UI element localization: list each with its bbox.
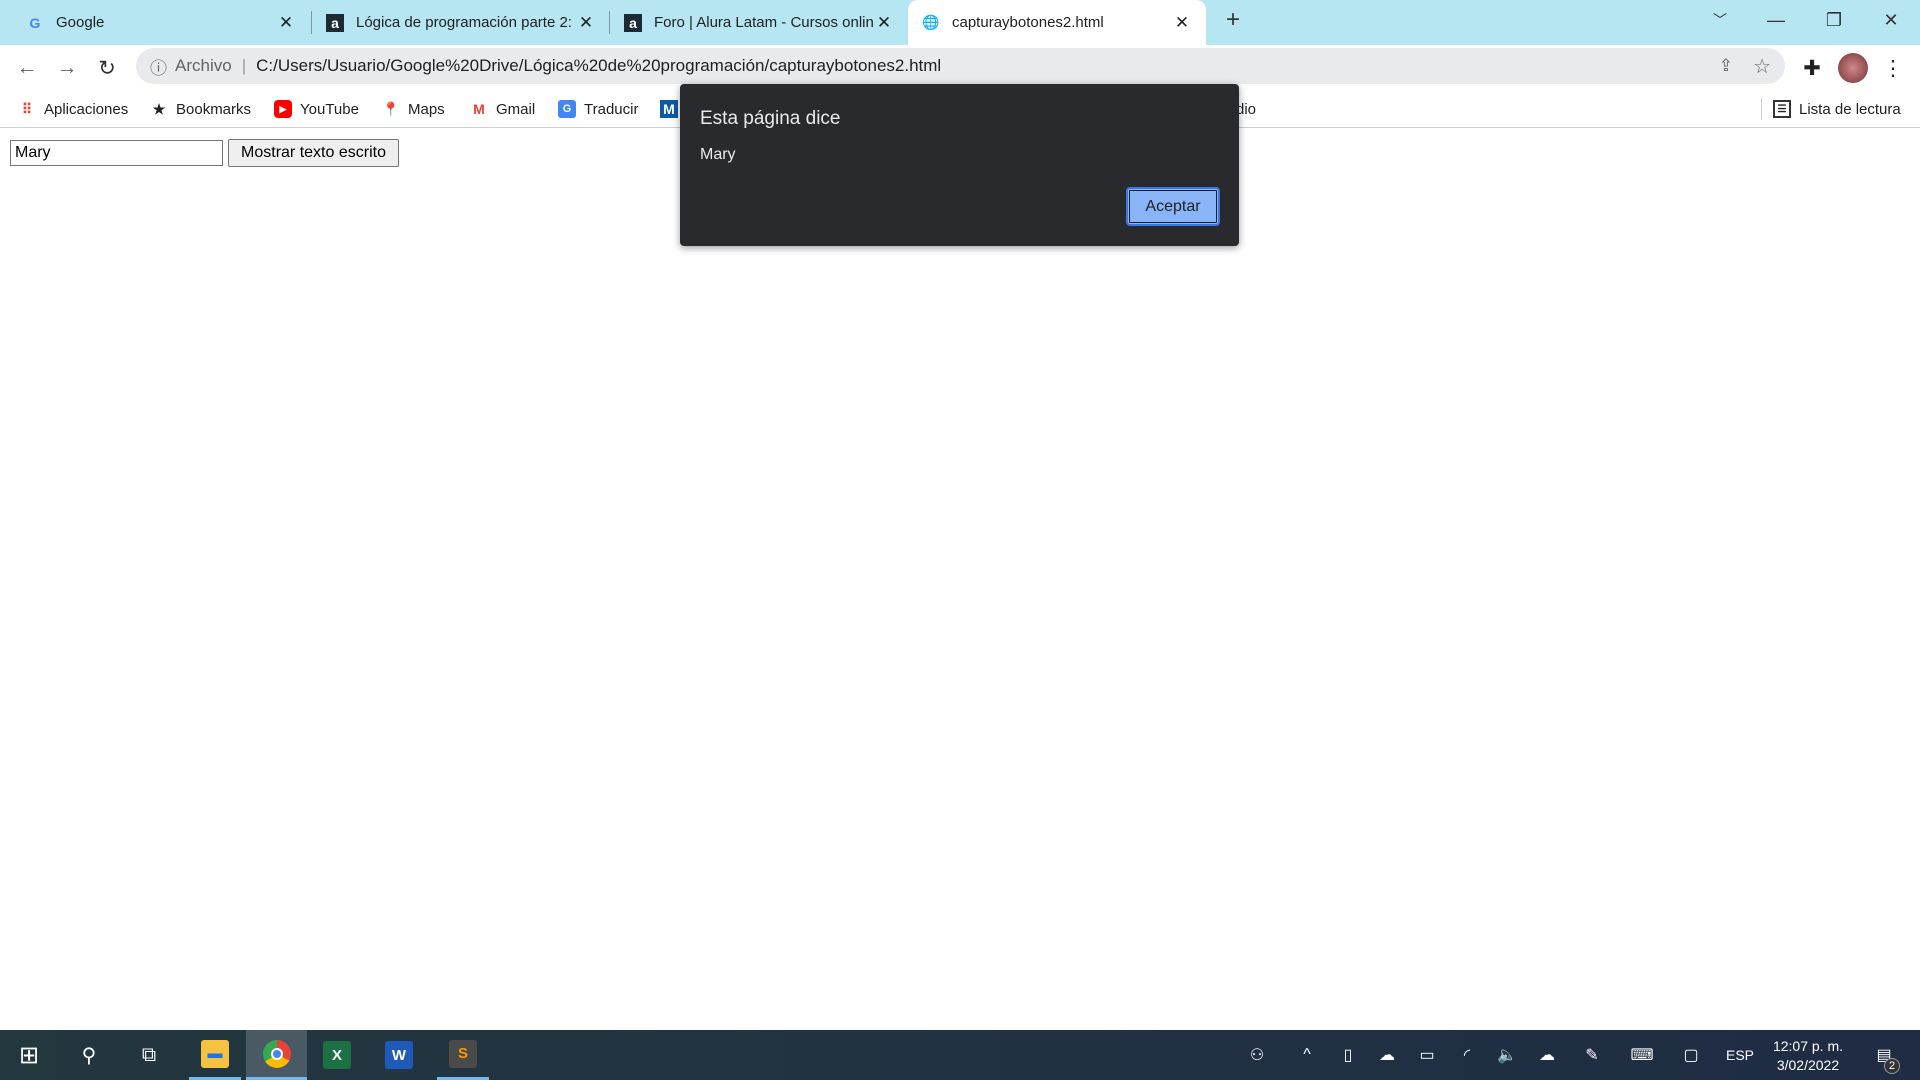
tab-capturaybotones[interactable]: 🌐 capturaybotones2.html ✕ bbox=[908, 0, 1206, 45]
bookmark-gmail[interactable]: M Gmail bbox=[470, 90, 535, 128]
forward-button[interactable]: → bbox=[52, 53, 82, 83]
close-window-button[interactable]: ✕ bbox=[1863, 0, 1919, 40]
battery-icon[interactable]: ▭ bbox=[1412, 1030, 1442, 1080]
touchpad-icon[interactable]: ▢ bbox=[1676, 1030, 1706, 1080]
google-icon: G bbox=[29, 14, 41, 31]
text-input[interactable] bbox=[10, 140, 223, 166]
close-tab-icon[interactable]: ✕ bbox=[276, 13, 296, 33]
cloud-alert-icon[interactable]: ☁ bbox=[1532, 1030, 1562, 1080]
tab-logica[interactable]: a Lógica de programación parte 2: ✕ bbox=[312, 0, 610, 45]
taskbar: ⊞ ⚲ ⧉ ▬ X W S ⚇ ^ ▯ ☁ ▭ ◜ 🔈 ☁ ✎ ⌨ ▢ ESP … bbox=[0, 1030, 1920, 1080]
meet-now-icon[interactable]: ▯ bbox=[1333, 1030, 1363, 1080]
globe-icon: 🌐 bbox=[922, 14, 940, 30]
pen-icon[interactable]: ✎ bbox=[1577, 1030, 1607, 1080]
reload-button[interactable]: ↻ bbox=[92, 53, 122, 83]
show-hidden-icons-chevron[interactable]: ^ bbox=[1292, 1030, 1322, 1080]
bookmark-youtube[interactable]: ▶ YouTube bbox=[274, 90, 359, 128]
tab-foro[interactable]: a Foro | Alura Latam - Cursos online ✕ bbox=[610, 0, 908, 45]
extensions-icon[interactable]: ✚ bbox=[1797, 53, 1827, 83]
onedrive-cloud-icon[interactable]: ☁ bbox=[1372, 1030, 1402, 1080]
tab-title: capturaybotones2.html bbox=[952, 14, 1104, 31]
chrome-icon[interactable] bbox=[246, 1030, 307, 1080]
gmail-icon: M bbox=[473, 101, 485, 117]
tab-search-chevron-icon[interactable]: ﹀ bbox=[1692, 0, 1748, 40]
file-explorer-icon[interactable]: ▬ bbox=[189, 1030, 241, 1080]
dialog-title: Esta página dice bbox=[700, 108, 841, 129]
bookmark-traducir[interactable]: G Traducir bbox=[558, 90, 638, 128]
windows-start-icon[interactable]: ⊞ bbox=[1, 1030, 57, 1080]
task-view-icon[interactable]: ⧉ bbox=[121, 1030, 177, 1080]
dialog-message: Mary bbox=[700, 146, 736, 163]
bookmark-maps[interactable]: 📍 Maps bbox=[382, 90, 445, 128]
time-text: 12:07 p. m. bbox=[1772, 1037, 1844, 1054]
search-icon[interactable]: ⚲ bbox=[61, 1030, 117, 1080]
bookmark-label: Traducir bbox=[584, 100, 639, 118]
new-tab-button[interactable]: + bbox=[1205, 0, 1261, 40]
wifi-icon[interactable]: ◜ bbox=[1452, 1030, 1482, 1080]
minimize-button[interactable]: — bbox=[1748, 0, 1804, 40]
bookmark-partial[interactable]: dio bbox=[1236, 90, 1256, 128]
address-bar[interactable]: ⓘ Archivo | C:/Users/Usuario/Google%20Dr… bbox=[136, 48, 1785, 84]
close-tab-icon[interactable]: ✕ bbox=[1172, 13, 1192, 33]
star-icon: ★ bbox=[152, 100, 166, 117]
youtube-icon: ▶ bbox=[274, 100, 292, 118]
alura-icon: a bbox=[624, 13, 642, 32]
notification-count-badge: 2 bbox=[1884, 1058, 1900, 1074]
bookmark-m[interactable]: M bbox=[660, 90, 678, 128]
tab-title: Lógica de programación parte 2: bbox=[356, 14, 572, 31]
language-indicator[interactable]: ESP bbox=[1725, 1030, 1755, 1080]
tab-title: Foro | Alura Latam - Cursos online bbox=[654, 14, 874, 31]
date-text: 3/02/2022 bbox=[1776, 1056, 1840, 1073]
close-tab-icon[interactable]: ✕ bbox=[576, 13, 596, 33]
back-button[interactable]: ← bbox=[12, 53, 42, 83]
apps-grid-icon: ⠿ bbox=[21, 100, 33, 117]
tab-title: Google bbox=[56, 14, 105, 31]
reading-list-icon: ☰ bbox=[1773, 100, 1791, 118]
bookmark-label: dio bbox=[1236, 100, 1257, 118]
bookmark-star-icon[interactable]: ☆ bbox=[1753, 54, 1771, 79]
touch-keyboard-icon[interactable]: ⌨ bbox=[1625, 1030, 1659, 1080]
divider bbox=[1761, 98, 1762, 120]
profile-avatar[interactable] bbox=[1838, 53, 1868, 83]
tab-bar: G Google ✕ a Lógica de programación part… bbox=[0, 0, 1920, 45]
excel-icon[interactable]: X bbox=[309, 1030, 365, 1080]
menu-icon[interactable]: ⋮ bbox=[1878, 53, 1908, 83]
alert-dialog: Esta página dice Mary Aceptar bbox=[680, 84, 1239, 246]
bookmark-label: Maps bbox=[408, 100, 445, 118]
people-icon[interactable]: ⚇ bbox=[1242, 1030, 1272, 1080]
reading-list-label: Lista de lectura bbox=[1799, 100, 1901, 118]
bookmark-bookmarks[interactable]: ★ Bookmarks bbox=[150, 90, 251, 128]
info-icon: ⓘ bbox=[150, 58, 167, 78]
word-icon[interactable]: W bbox=[371, 1030, 427, 1080]
m-icon: M bbox=[660, 100, 678, 118]
share-icon[interactable]: ⇪ bbox=[1719, 56, 1733, 76]
bookmark-label: Bookmarks bbox=[176, 100, 252, 118]
tab-google[interactable]: G Google ✕ bbox=[12, 0, 310, 45]
translate-icon: G bbox=[558, 100, 576, 118]
bookmark-label: Gmail bbox=[496, 100, 536, 118]
scheme-label: Archivo bbox=[175, 56, 232, 75]
clock[interactable]: 12:07 p. m. 3/02/2022 bbox=[1766, 1030, 1850, 1080]
url-text[interactable]: C:/Users/Usuario/Google%20Drive/Lógica%2… bbox=[256, 56, 941, 76]
maps-icon: 📍 bbox=[382, 100, 400, 117]
bookmark-label: YouTube bbox=[300, 100, 359, 118]
volume-icon[interactable]: 🔈 bbox=[1492, 1030, 1522, 1080]
reading-list-button[interactable]: ☰ Lista de lectura bbox=[1773, 90, 1901, 128]
sublime-text-icon[interactable]: S bbox=[437, 1030, 489, 1080]
accept-button[interactable]: Aceptar bbox=[1126, 187, 1220, 226]
restore-button[interactable]: ❐ bbox=[1806, 0, 1862, 40]
close-tab-icon[interactable]: ✕ bbox=[874, 13, 894, 33]
address-divider: | bbox=[241, 56, 247, 75]
bookmark-label: Aplicaciones bbox=[44, 100, 129, 118]
show-text-button[interactable]: Mostrar texto escrito bbox=[228, 139, 399, 167]
alura-icon: a bbox=[326, 13, 344, 32]
notification-center-button[interactable]: ▤ 2 bbox=[1866, 1030, 1902, 1080]
bookmark-aplicaciones[interactable]: ⠿ Aplicaciones bbox=[18, 90, 128, 128]
